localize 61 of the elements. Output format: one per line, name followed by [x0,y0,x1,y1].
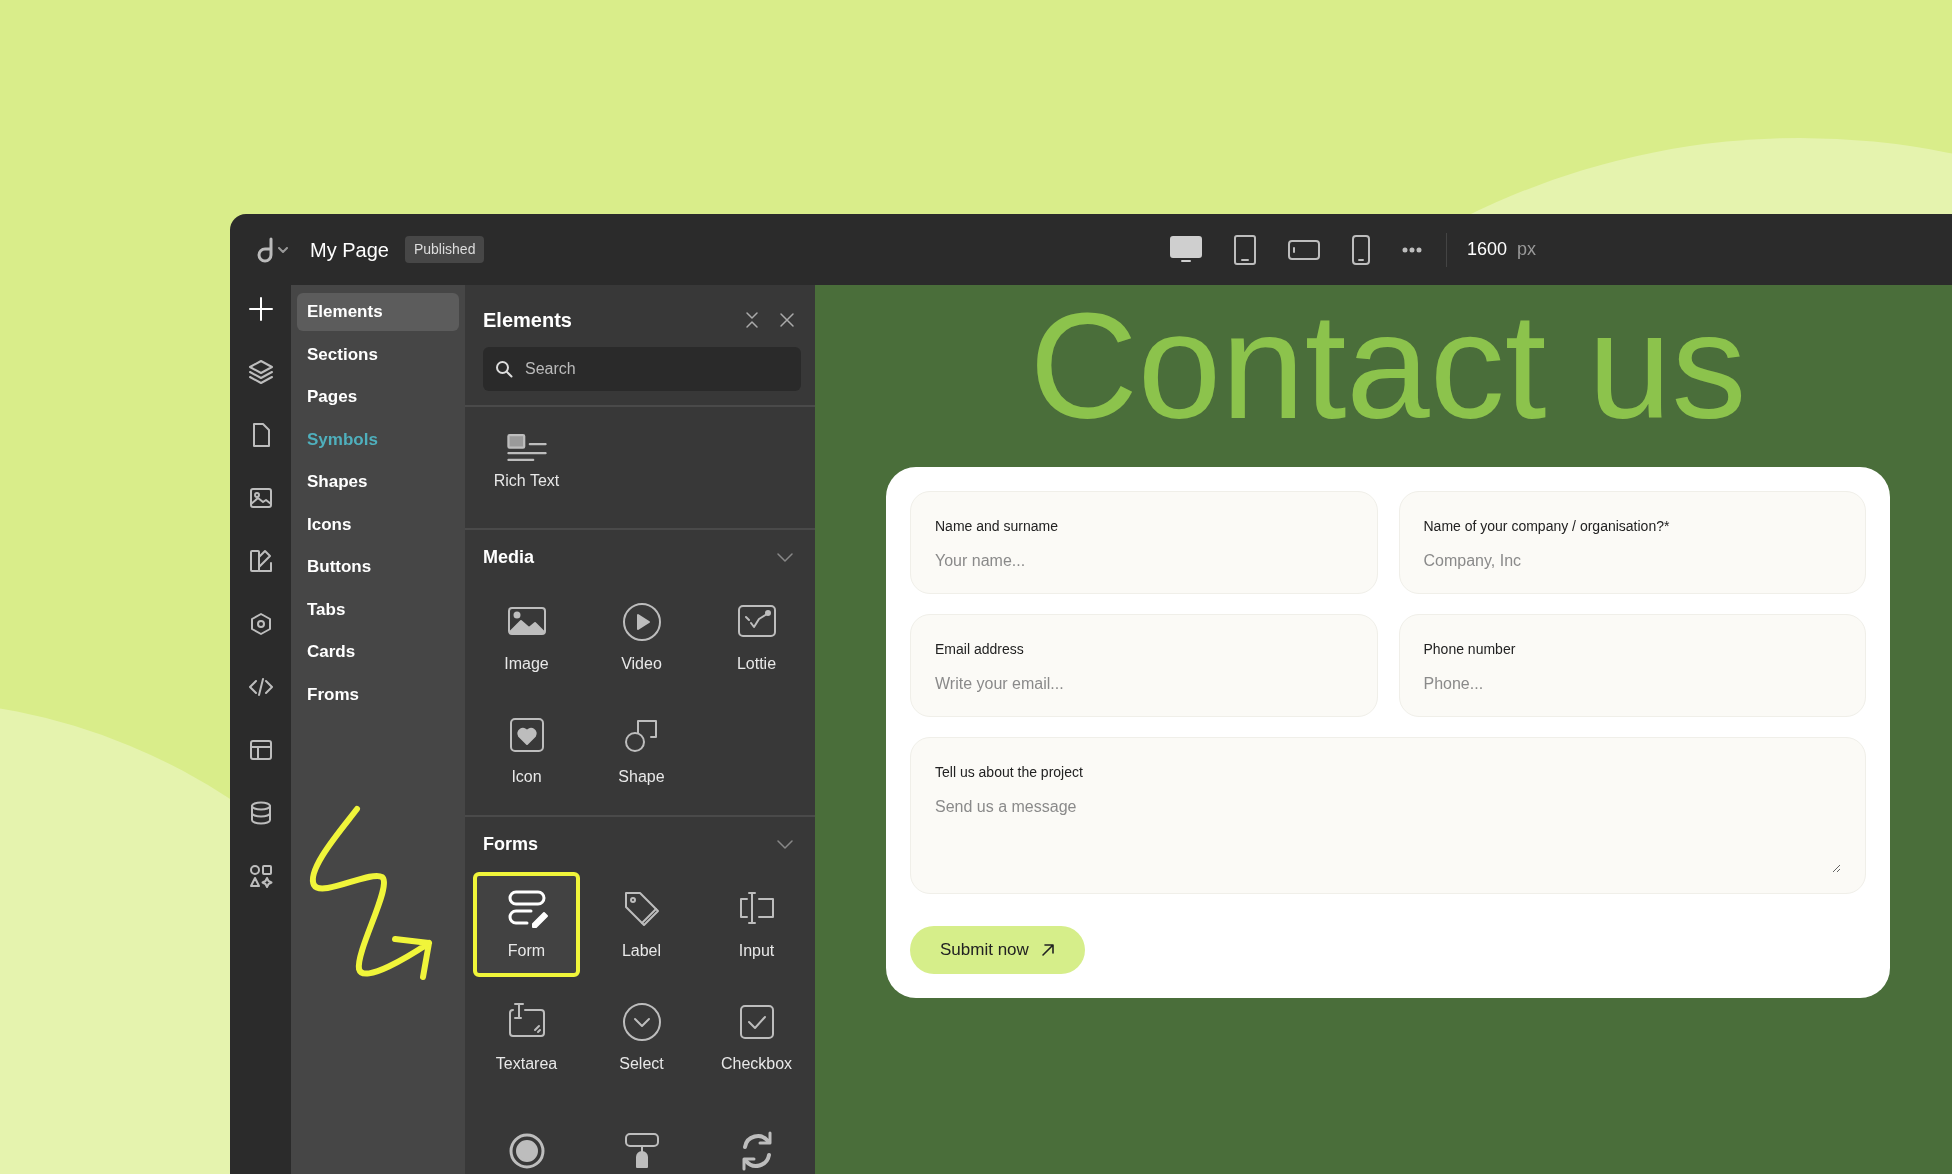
input-field[interactable]: Write your email... [935,672,1353,696]
submit-button[interactable]: Submit now [910,926,1085,974]
more-icon [1401,246,1422,253]
plus-icon [246,295,275,323]
element-item[interactable]: Shape [588,698,695,803]
field-card[interactable]: Name and surname Your name... [910,491,1378,594]
field-card[interactable]: Name of your company / organisation?* Company, Inc [1398,491,1866,594]
element-item[interactable]: Form [473,872,580,977]
element-item[interactable]: Video [588,585,695,690]
viewport-unit: px [1517,238,1536,261]
page-title: My Page [310,237,389,263]
plus-tool-button[interactable] [246,295,275,323]
element-item[interactable]: Input [703,872,810,977]
search-bar[interactable]: Search [483,347,801,391]
panel-title: Elements [483,308,572,333]
field-card[interactable]: Phone number Phone... [1398,614,1866,717]
element-item[interactable]: Rich Text [473,411,580,516]
category-item[interactable]: Froms [297,675,459,713]
message-box[interactable]: Tell us about the project Send us a message [910,737,1866,894]
category-item[interactable]: Pages [297,378,459,416]
category-item[interactable]: Elements [297,293,459,331]
element-item[interactable]: Icon [473,698,580,803]
arrow-icon [1040,943,1055,957]
field-label: Name of your company / organisation?* [1423,517,1671,536]
element-item[interactable]: Checkbox [703,985,810,1090]
field-card[interactable]: Email address Write your email... [910,614,1378,717]
collapse-button[interactable] [743,309,761,331]
field-label: Phone number [1423,640,1517,659]
input-field[interactable]: Phone... [1423,672,1841,696]
category-item[interactable]: Tabs [297,590,459,628]
element-item[interactable]: Label [588,872,695,977]
status-badge: Published [404,236,485,263]
close-button[interactable] [777,310,797,330]
element-item[interactable]: Image [473,585,580,690]
category-item[interactable]: Cards [297,633,459,671]
rich-text-icon [506,434,547,461]
field-label: Name and surname [935,517,1059,536]
input-field[interactable]: Your name... [935,549,1353,573]
category-item[interactable]: Icons [297,505,459,543]
category-item[interactable]: Buttons [297,548,459,586]
element-item[interactable]: Select [588,985,695,1090]
search-field[interactable]: Search [523,356,789,382]
field-label: Tell us about the project [935,763,1084,782]
caret-icon [278,246,288,253]
page-heading: Contact us [1028,291,1748,441]
category-item[interactable]: Shapes [297,463,459,501]
collapse-icon [745,311,759,329]
section-title: Forms [483,833,538,856]
element-item[interactable]: Textarea [473,985,580,1090]
category-item[interactable]: Sections [297,335,459,373]
field-label: Email address [935,640,1025,659]
viewport-width: 1600 [1466,238,1507,261]
layers-icon [246,358,275,386]
close-icon [779,312,795,328]
message-field[interactable]: Send us a message [935,795,1841,873]
element-item[interactable]: Lottie [703,585,810,690]
category-item[interactable]: Symbols [297,420,459,458]
layers-tool-button[interactable] [246,358,275,386]
search-icon [495,360,513,378]
section-title: Media [483,546,534,569]
input-field[interactable]: Company, Inc [1423,549,1841,573]
